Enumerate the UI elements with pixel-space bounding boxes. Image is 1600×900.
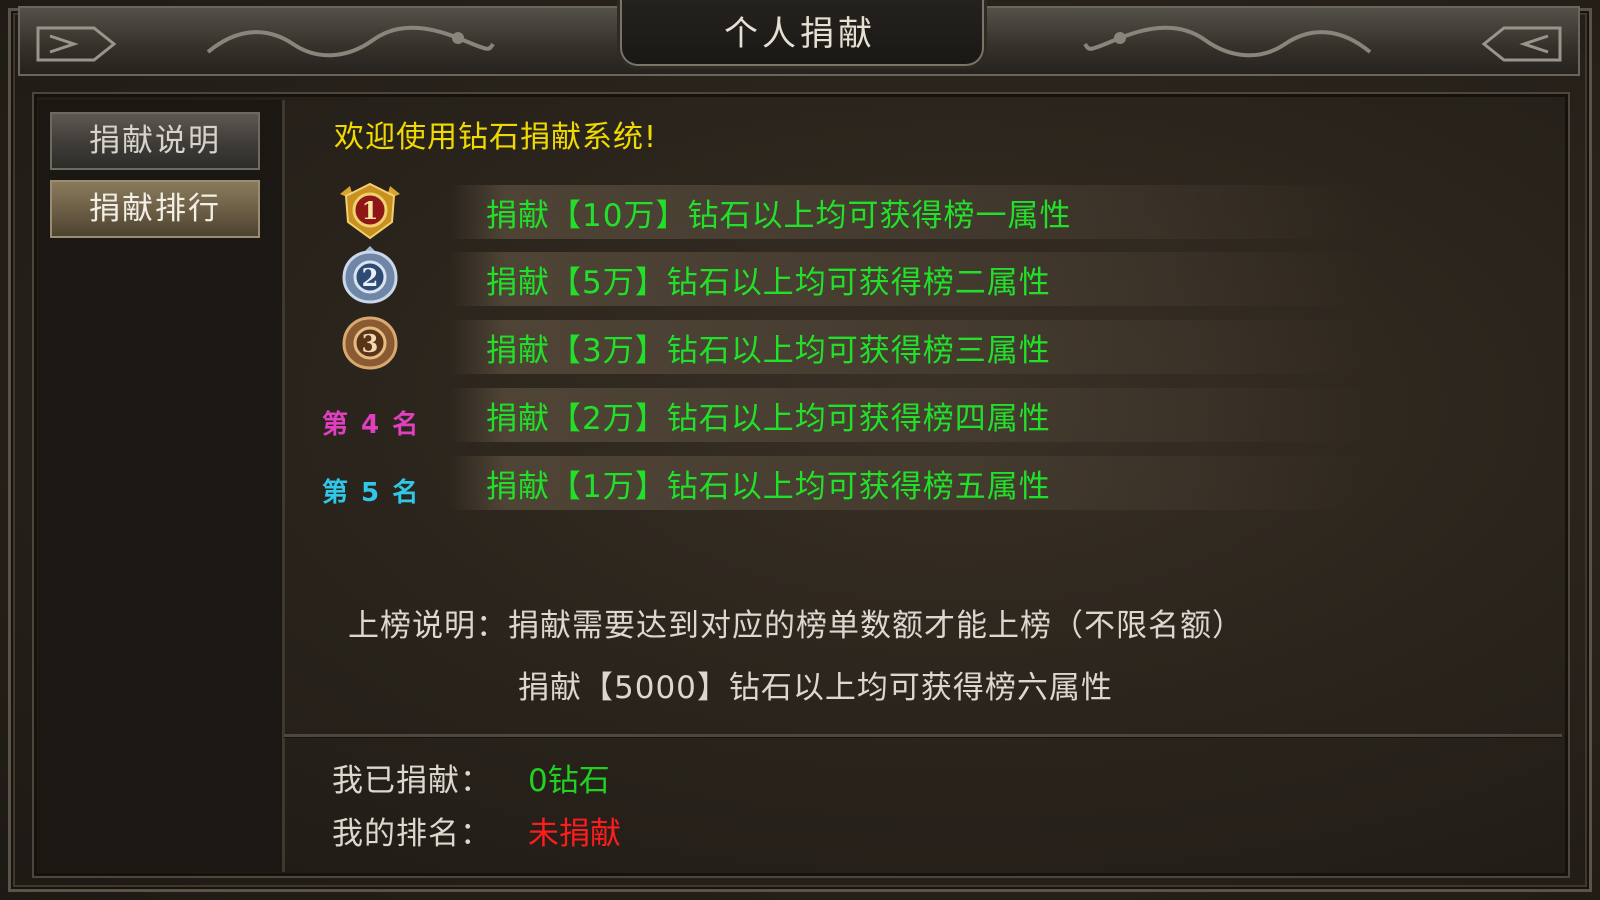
tab-donation-info[interactable]: 捐献说明 <box>50 112 260 170</box>
my-rank-label: 我的排名： <box>332 816 492 852</box>
donated-label: 我已捐献： <box>332 763 492 799</box>
tier-3-text: 捐献【3万】钻石以上均可获得榜三属性 <box>486 333 1051 369</box>
window-title: 个人捐献 <box>724 14 876 54</box>
rank-4-label: 第 4 名 <box>322 410 421 440</box>
sidebar: 捐献说明 捐献排行 <box>38 100 285 872</box>
tab-donation-ranking[interactable]: 捐献排行 <box>50 180 260 238</box>
tier-2-text: 捐献【5万】钻石以上均可获得榜二属性 <box>486 265 1051 301</box>
donation-window: 个人捐献 捐献说明 捐献排行 欢迎使用钻石捐献系统! 1 2 3 第 4 名 第… <box>0 0 1600 900</box>
my-rank-value: 未捐献 <box>528 816 621 852</box>
welcome-text: 欢迎使用钻石捐献系统! <box>334 120 658 155</box>
medal-number: 3 <box>362 329 379 358</box>
ranking-note: 上榜说明：捐献需要达到对应的榜单数额才能上榜（不限名额） <box>348 608 1244 644</box>
corner-ornament-icon <box>1481 26 1562 62</box>
tier-5-text: 捐献【1万】钻石以上均可获得榜五属性 <box>486 469 1051 505</box>
silver-medal-2-icon: 2 <box>342 246 398 304</box>
dragon-ornament-icon <box>206 25 495 58</box>
medal-number: 2 <box>362 263 379 292</box>
medal-number: 1 <box>362 196 379 225</box>
donated-value: 0钻石 <box>528 763 610 799</box>
divider <box>284 734 1562 737</box>
tier-6-note: 捐献【5000】钻石以上均可获得榜六属性 <box>518 670 1113 706</box>
bronze-medal-3-icon: 3 <box>342 316 398 370</box>
rank-5-label: 第 5 名 <box>322 478 421 508</box>
dragon-ornament-icon <box>1083 25 1372 58</box>
tier-1-text: 捐献【10万】钻石以上均可获得榜一属性 <box>486 198 1072 234</box>
gold-medal-1-icon: 1 <box>340 182 400 240</box>
corner-ornament-icon <box>36 26 117 62</box>
tier-4-text: 捐献【2万】钻石以上均可获得榜四属性 <box>486 401 1051 437</box>
